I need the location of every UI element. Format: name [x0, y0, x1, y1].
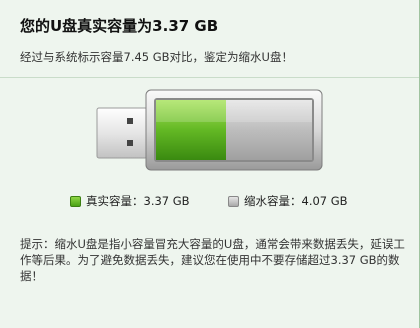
divider	[0, 77, 419, 78]
page-title: 您的U盘真实容量为3.37 GB	[20, 17, 219, 35]
real-capacity-label: 真实容量：3.37 GB	[86, 194, 190, 208]
fake-capacity-label: 缩水容量：4.07 GB	[244, 194, 348, 208]
tip-text: 提示：缩水U盘是指小容量冒充大容量的U盘，通常会带来数据丢失，延误工作等后果。为…	[20, 237, 405, 283]
legend-real: 真实容量：3.37 GB	[70, 193, 190, 209]
legend-fake: 缩水容量：4.07 GB	[228, 193, 348, 209]
real-capacity-swatch	[70, 195, 81, 207]
comparison-text: 经过与系统标示容量7.45 GB对比，鉴定为缩水U盘！	[20, 50, 293, 64]
fake-capacity-swatch	[228, 195, 239, 207]
result-panel: 您的U盘真实容量为3.37 GB 经过与系统标示容量7.45 GB对比，鉴定为缩…	[0, 0, 420, 328]
usb-connector	[96, 107, 148, 159]
usb-drive-icon	[96, 89, 323, 171]
